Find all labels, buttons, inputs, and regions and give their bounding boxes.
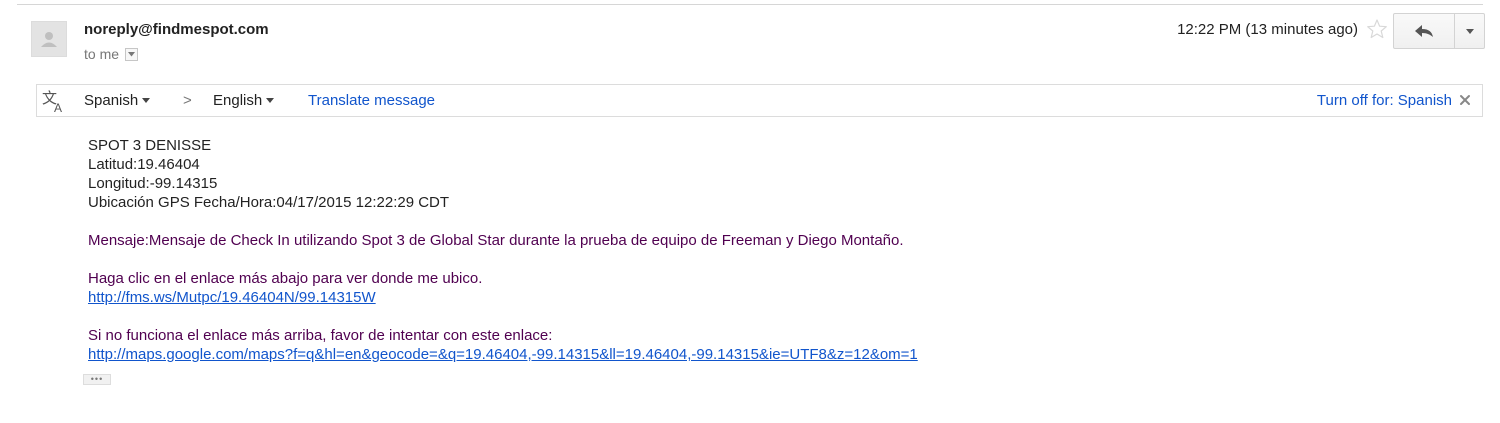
body-message-text: Mensaje:Mensaje de Check In utilizando S… (88, 232, 904, 249)
turn-off-translation-link[interactable]: Turn off for: Spanish (1317, 92, 1452, 109)
caret-down-icon (142, 98, 151, 103)
target-language-label: English (213, 92, 263, 109)
avatar-placeholder-icon (41, 32, 57, 47)
body-line-latitude: Latitud:19.46404 (88, 156, 200, 173)
caret-down-icon (266, 98, 275, 103)
reply-icon (1415, 25, 1433, 37)
close-icon[interactable] (1458, 93, 1472, 107)
body-fallback-instruction: Si no funciona el enlace más arriba, fav… (88, 327, 553, 344)
translate-message-link[interactable]: Translate message (308, 92, 435, 109)
reply-button[interactable] (1393, 13, 1455, 49)
message-body: SPOT 3 DENISSE Latitud:19.46404 Longitud… (88, 136, 918, 364)
sender-address[interactable]: noreply@findmespot.com (84, 21, 269, 38)
body-line-device: SPOT 3 DENISSE (88, 137, 212, 154)
target-language-dropdown[interactable]: English (213, 92, 275, 109)
source-language-label: Spanish (84, 92, 139, 109)
chevron-down-icon (1465, 28, 1474, 34)
svg-text:A: A (54, 101, 62, 114)
google-maps-link[interactable]: http://maps.google.com/maps?f=q&hl=en&ge… (88, 346, 918, 363)
translate-icon: 文 A (42, 89, 62, 114)
chevron-down-icon (128, 51, 136, 56)
show-details-button[interactable] (125, 47, 139, 61)
body-click-instruction: Haga clic en el enlace más abajo para ve… (88, 270, 483, 287)
recipient-line: to me (84, 46, 139, 62)
translate-bar: 文 A Spanish > English Translate message … (36, 84, 1483, 117)
body-line-longitude: Longitud:-99.14315 (88, 175, 218, 192)
message-timestamp: 12:22 PM (13 minutes ago) (1177, 21, 1358, 38)
avatar (31, 21, 67, 57)
show-trimmed-content-button[interactable]: ••• (83, 374, 111, 385)
reply-button-group (1393, 13, 1485, 49)
recipient-label: to me (84, 46, 120, 62)
top-divider (17, 4, 1483, 5)
body-line-gps-datetime: Ubicación GPS Fecha/Hora:04/17/2015 12:2… (88, 194, 450, 211)
location-short-link[interactable]: http://fms.ws/Mutpc/19.46404N/99.14315W (88, 289, 376, 306)
more-actions-button[interactable] (1455, 13, 1485, 49)
source-language-dropdown[interactable]: Spanish (84, 92, 151, 109)
arrow-right-icon: > (183, 92, 192, 109)
star-icon[interactable] (1366, 18, 1388, 40)
